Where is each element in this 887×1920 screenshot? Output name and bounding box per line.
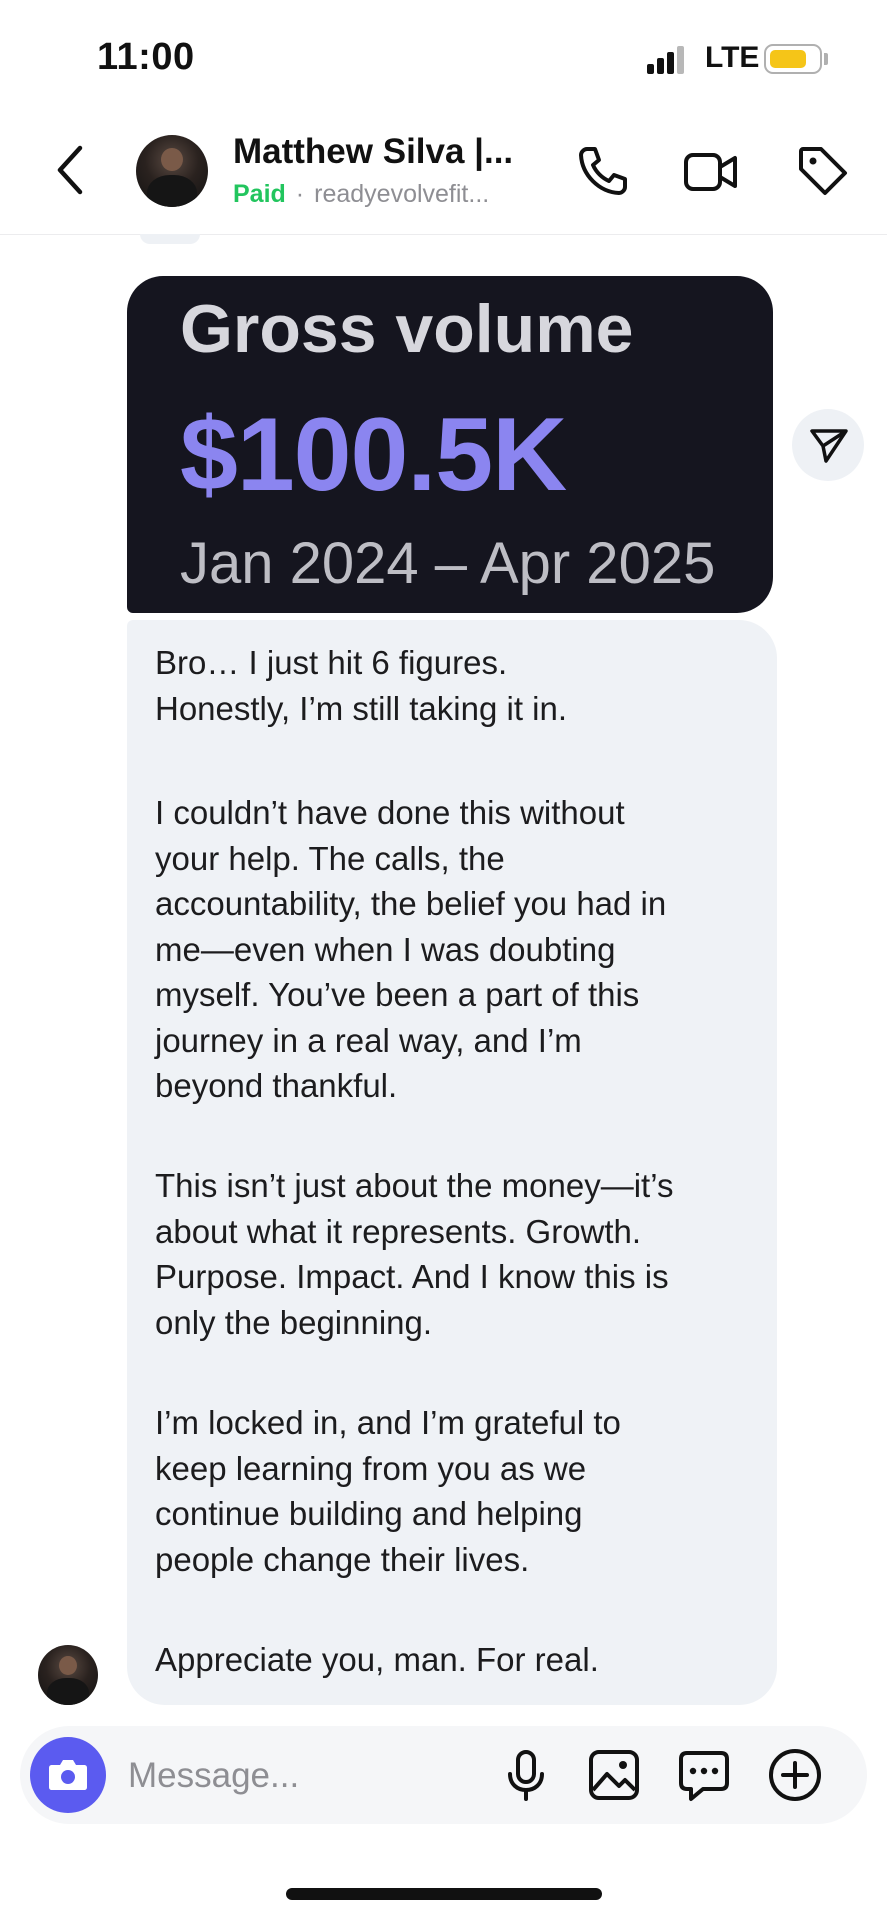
message-line: accountability, the belief you had in [155, 885, 667, 922]
message-line: Purpose. Impact. And I know this is [155, 1258, 669, 1295]
share-button[interactable] [792, 409, 864, 481]
sender-avatar[interactable] [38, 1645, 98, 1705]
image-icon[interactable] [585, 1746, 643, 1804]
phone-icon[interactable] [573, 141, 633, 201]
chevron-left-icon[interactable] [50, 140, 90, 200]
camera-icon [49, 1760, 87, 1790]
message-line: me—even when I was doubting [155, 930, 616, 968]
camera-button[interactable] [30, 1737, 106, 1813]
tag-icon[interactable] [793, 141, 853, 201]
status-bar: 11:00 LTE [0, 0, 887, 110]
microphone-icon[interactable] [497, 1746, 555, 1804]
image-date-range: Jan 2024 – Apr 2025 [180, 531, 716, 596]
send-icon [810, 429, 848, 463]
message-line: keep learning from you as we [155, 1449, 587, 1487]
message-line: journey in a real way, and I’m [155, 1021, 582, 1059]
paid-badge: Paid [233, 180, 286, 208]
message-line: Appreciate you, man. For real. [155, 1641, 599, 1678]
message-paragraph: I’m locked in, and I’m grateful to keep … [155, 1400, 621, 1582]
message-line: This isn’t just about the money—it’s [155, 1167, 674, 1204]
message-line: people change their lives. [155, 1540, 530, 1578]
message-line: your help. The calls, the [155, 839, 505, 877]
message-paragraph: I couldn’t have done this without your h… [155, 790, 666, 1109]
message-paragraph: This isn’t just about the money—it’s abo… [155, 1163, 673, 1345]
message-paragraph: Appreciate you, man. For real. [155, 1637, 599, 1683]
message-line: beyond thankful. [155, 1067, 398, 1104]
message-line: about what it represents. Growth. [155, 1212, 642, 1250]
signal-icon [647, 46, 684, 74]
battery-icon [764, 44, 822, 74]
message-line: continue building and helping [155, 1495, 583, 1532]
message-line: Bro… I just hit 6 figures. [155, 644, 508, 681]
image-title: Gross volume [180, 291, 634, 367]
image-value: $100.5K [180, 397, 567, 513]
message-line: myself. You’ve been a part of this [155, 976, 640, 1013]
message-input[interactable] [126, 1744, 490, 1808]
network-label: LTE [705, 41, 760, 74]
attached-image[interactable]: Gross volume $100.5K Jan 2024 – Apr 2025 [127, 276, 773, 613]
home-indicator[interactable] [286, 1888, 602, 1900]
message-line: I couldn’t have done this without [155, 794, 625, 831]
contact-name[interactable]: Matthew Silva |... [233, 132, 513, 172]
status-time: 11:00 [97, 36, 195, 78]
plus-icon[interactable] [766, 1746, 824, 1804]
message-line: I’m locked in, and I’m grateful to [155, 1404, 621, 1441]
separator: · [295, 180, 305, 208]
video-icon[interactable] [681, 141, 741, 201]
previous-message-edge [140, 234, 200, 244]
contact-handle: readyevolvefit... [314, 180, 490, 208]
message-line: only the beginning. [155, 1303, 433, 1341]
message-paragraph: Bro… I just hit 6 figures. Honestly, I’m… [155, 640, 567, 731]
chat-header [0, 110, 887, 235]
contact-subtitle: Paid · readyevolvefit... [233, 180, 489, 209]
avatar[interactable] [136, 135, 208, 207]
message-line: Honestly, I’m still taking it in. [155, 689, 568, 727]
chat-bubble-icon[interactable] [675, 1746, 733, 1804]
